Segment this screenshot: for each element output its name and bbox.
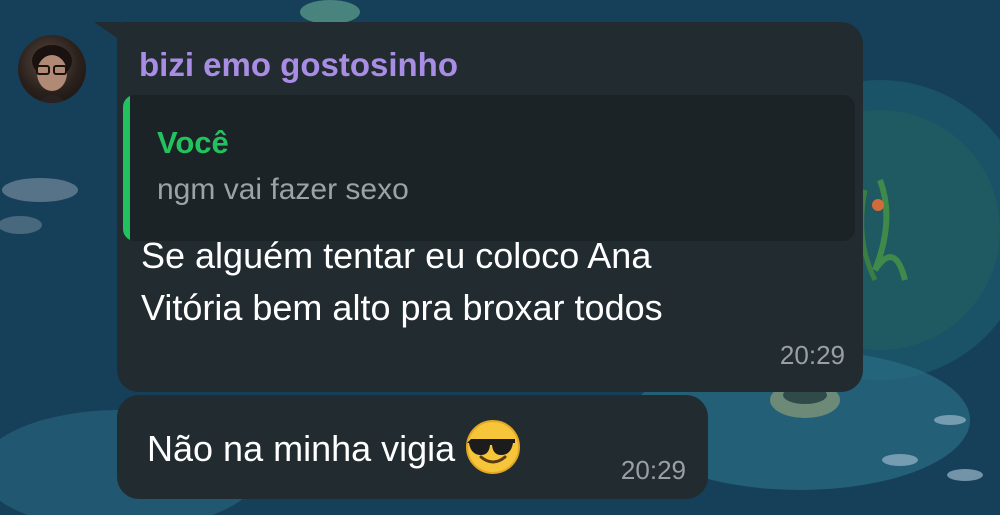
sunglasses-emoji-icon (465, 419, 521, 475)
message-line: Se alguém tentar eu coloco Ana (141, 235, 652, 276)
message-timestamp: 20:29 (779, 340, 845, 370)
incoming-message-bubble[interactable]: bizi emo gostosinho Você ngm vai fazer s… (117, 22, 863, 392)
reply-author: Você (157, 125, 229, 160)
reply-text: ngm vai fazer sexo (157, 173, 409, 206)
sender-name[interactable]: bizi emo gostosinho (139, 46, 458, 84)
avatar-photo (32, 45, 72, 103)
message-text: Não na minha vigia (147, 420, 521, 479)
sender-avatar[interactable] (18, 35, 86, 103)
message-line: Vitória bem alto pra broxar todos (141, 287, 663, 328)
message-text: Se alguém tentar eu coloco Ana Vitória b… (141, 230, 821, 334)
reply-quote[interactable]: Você ngm vai fazer sexo (123, 95, 855, 241)
message-timestamp: 20:29 (620, 455, 686, 485)
message-line: Não na minha vigia (147, 428, 456, 469)
followup-message-bubble[interactable]: Não na minha vigia 20:29 (117, 395, 708, 499)
reply-accent-bar (123, 95, 130, 241)
